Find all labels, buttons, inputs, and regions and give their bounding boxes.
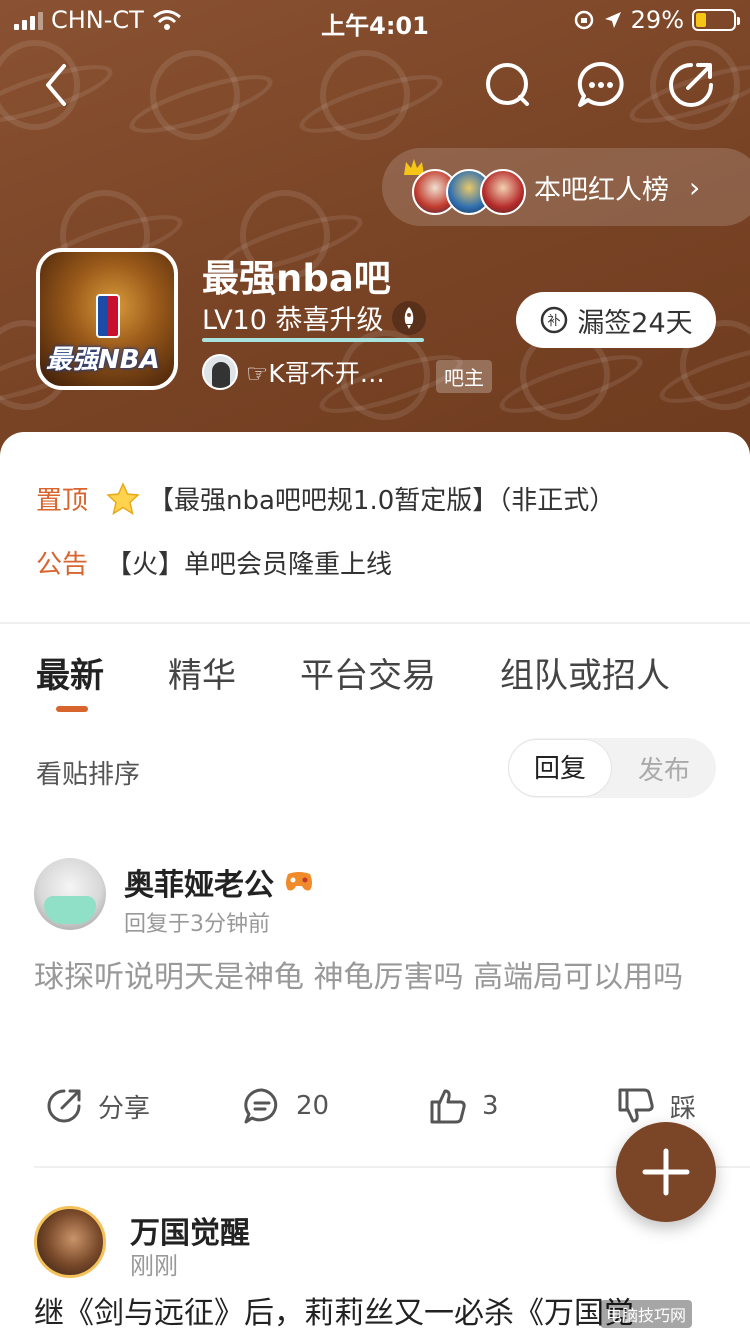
owner-badge: 吧主 [436,360,492,393]
calendar-icon: 补 [541,306,568,334]
mask-graphic [44,896,96,924]
like-count: 3 [482,1091,499,1121]
tab-team-recruit[interactable]: 组队或招人 [500,648,670,697]
pinned-text: 【最强nba吧吧规1.0暂定版】（非正式） [148,486,616,516]
owner-name: ☞K哥不开… [246,359,385,388]
sort-by-reply[interactable]: 回复 [508,739,612,797]
gamepad-icon [286,872,312,891]
announcement-text: 【火】单吧会员隆重上线 [106,550,393,580]
chevron-right-icon: › [689,170,701,204]
author-avatar[interactable] [34,858,106,930]
author-name[interactable]: 奥菲娅老公 [124,860,274,904]
nba-logo [96,294,120,338]
tab-featured[interactable]: 精华 [168,648,236,697]
sort-by-publish[interactable]: 发布 [612,750,716,787]
planet-decoration [320,50,410,140]
share-label: 分享 [98,1093,151,1124]
comment-icon [244,1088,278,1124]
svg-text:补: 补 [548,314,561,329]
tab-trading[interactable]: 平台交易 [300,648,436,697]
rotation-lock-icon [574,10,593,30]
share-icon[interactable] [666,60,716,110]
sign-in-button[interactable]: 补 漏签24天 [516,292,716,348]
post-time: 回复于3分钟前 [124,912,270,937]
forum-avatar[interactable]: 最强NBA [36,248,178,390]
rank-avatars [404,157,532,217]
forum-header: CHN-CT 上午4:01 29% 本吧红人榜 › 最强NBA 最强nba吧 L… [0,0,750,470]
battery-icon [692,9,740,31]
rank-avatar-3 [480,169,526,215]
share-icon [47,1089,81,1123]
dislike-label: 踩 [670,1093,697,1124]
like-action[interactable]: 3 [428,1086,499,1126]
plus-icon [642,1148,690,1196]
post-time: 刚刚 [130,1252,178,1280]
sign-label: 漏签24天 [577,307,693,339]
pinned-notice[interactable]: 置顶 【最强nba吧吧规1.0暂定版】（非正式） [36,480,615,517]
thumbs-up-icon [430,1089,466,1124]
back-icon[interactable] [32,60,82,110]
level-text: LV10 恭喜升级 [202,305,384,336]
tab-bar: 最新 精华 平台交易 组队或招人 [36,648,726,712]
sort-label: 看贴排序 [36,760,141,790]
dislike-action[interactable]: 踩 [616,1086,696,1126]
owner-avatar [202,354,238,390]
location-icon [604,12,621,28]
level-progress-bar [202,338,424,342]
planet-decoration [150,50,240,140]
sort-toggle: 回复 发布 [508,738,716,798]
rank-list-button[interactable]: 本吧红人榜 › [382,148,750,226]
comment-action[interactable]: 20 [242,1086,329,1126]
battery-percent: 29% [630,6,684,34]
thumbs-down-icon [618,1088,654,1123]
pinned-tag: 置顶 [36,486,89,516]
tab-latest[interactable]: 最新 [36,648,104,697]
chat-icon[interactable] [576,60,626,110]
status-bar: CHN-CT 上午4:01 29% [0,0,750,40]
rocket-icon [391,300,426,335]
rank-label: 本吧红人榜 [534,174,669,206]
new-post-button[interactable] [616,1122,716,1222]
forum-owner[interactable]: ☞K哥不开… [202,354,385,390]
watermark: 电脑技巧网 [600,1300,693,1328]
search-icon[interactable] [483,60,533,110]
author-name-row: 奥菲娅老公 [124,860,314,904]
announcement-notice[interactable]: 公告 【火】单吧会员隆重上线 [36,544,392,581]
share-action[interactable]: 分享 [44,1086,150,1126]
comment-count: 20 [296,1091,330,1121]
active-tab-indicator [56,706,88,712]
post-body[interactable]: 球探听说明天是神龟 神龟厉害吗 高端局可以用吗 [34,954,724,1002]
forum-avatar-logo-text: 最强NBA [46,345,160,375]
announcement-tag: 公告 [36,550,89,580]
star-icon [106,481,140,515]
forum-level: LV10 恭喜升级 [202,298,426,337]
forum-name: 最强nba吧 [202,257,391,300]
divider [0,622,750,624]
author-avatar[interactable] [34,1206,106,1278]
battery-fill [696,13,707,27]
